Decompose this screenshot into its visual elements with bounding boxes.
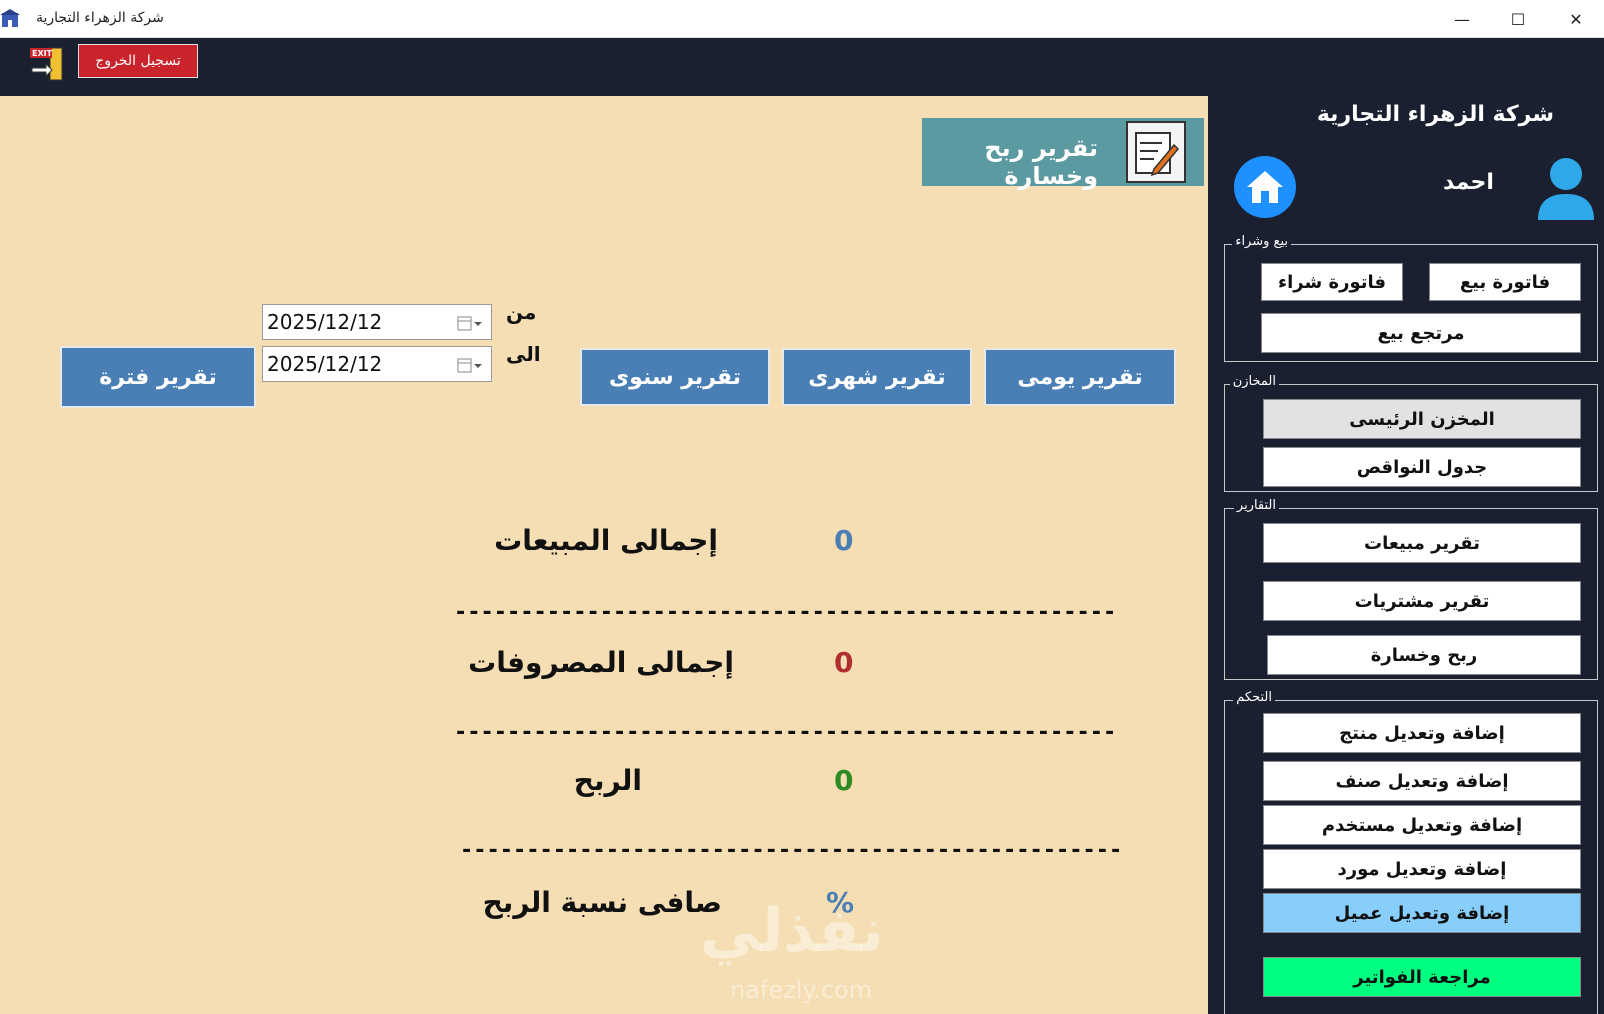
purchases-report-button[interactable]: تقرير مشتريات — [1263, 581, 1581, 621]
group-sales-title: بيع وشراء — [1232, 234, 1291, 249]
user-name: احمد — [1443, 170, 1494, 195]
watermark: نفذلي — [700, 896, 884, 966]
sale-return-button[interactable]: مرتجع بيع — [1261, 313, 1581, 353]
minimize-button[interactable]: — — [1434, 0, 1490, 38]
sale-invoice-button[interactable]: فاتورة بيع — [1429, 263, 1581, 301]
calendar-dropdown-icon[interactable] — [457, 356, 483, 374]
watermark-url: nafezly.com — [730, 976, 873, 1004]
add-edit-supplier-button[interactable]: إضافة وتعديل مورد — [1263, 849, 1581, 889]
maximize-button[interactable]: ☐ — [1490, 0, 1546, 38]
monthly-report-button[interactable]: تقرير شهرى — [782, 348, 972, 406]
group-control-title: التحكم — [1233, 690, 1275, 705]
add-edit-product-button[interactable]: إضافة وتعديل منتج — [1263, 713, 1581, 753]
net-margin-label: صافى نسبة الربح — [482, 886, 722, 919]
group-sales: بيع وشراء فاتورة بيع فاتورة شراء مرتجع ب… — [1224, 234, 1598, 362]
company-name: شركة الزهراء التجارية — [1316, 102, 1554, 127]
separator: ----------------------------------------… — [454, 600, 1114, 625]
daily-report-button[interactable]: تقرير يومى — [984, 348, 1176, 406]
group-stores-title: المخازن — [1229, 374, 1279, 389]
profit-label: الربح — [573, 764, 642, 797]
separator: ----------------------------------------… — [454, 720, 1114, 745]
home-icon[interactable] — [1234, 156, 1296, 218]
close-button[interactable]: ✕ — [1548, 0, 1604, 38]
edit-document-icon — [1126, 121, 1186, 183]
group-stores: المخازن المخزن الرئيسى جدول النواقص — [1224, 374, 1598, 492]
logout-button[interactable]: تسجيل الخروج — [78, 44, 198, 78]
period-report-button[interactable]: تقرير فترة — [60, 346, 256, 408]
total-expenses-value: 0 — [834, 646, 854, 679]
user-avatar-icon — [1538, 156, 1594, 220]
group-control: التحكم إضافة وتعديل منتج إضافة وتعديل صن… — [1224, 690, 1598, 1014]
calendar-dropdown-icon[interactable] — [457, 314, 483, 332]
add-edit-customer-button[interactable]: إضافة وتعديل عميل — [1263, 893, 1581, 933]
total-sales-value: 0 — [834, 524, 854, 557]
profit-loss-button[interactable]: ربح وخسارة — [1267, 635, 1581, 675]
exit-icon[interactable]: EXIT — [28, 44, 68, 84]
svg-text:EXIT: EXIT — [32, 49, 53, 58]
sidebar: شركة الزهراء التجارية احمد بيع وشراء فات… — [1208, 96, 1604, 1014]
sales-report-button[interactable]: تقرير مبيعات — [1263, 523, 1581, 563]
report-header: تقرير ربح وخسارة — [922, 118, 1204, 190]
date-to-picker[interactable]: 2025/12/12 — [262, 346, 492, 382]
shortages-table-button[interactable]: جدول النواقص — [1263, 447, 1581, 487]
date-from-value: 2025/12/12 — [267, 310, 383, 334]
add-edit-user-button[interactable]: إضافة وتعديل مستخدم — [1263, 805, 1581, 845]
group-reports-title: التقارير — [1233, 498, 1279, 513]
separator: ----------------------------------------… — [460, 838, 1120, 863]
app-logo-icon — [0, 9, 20, 29]
date-to-value: 2025/12/12 — [267, 352, 383, 376]
review-invoices-button[interactable]: مراجعة الفواتير — [1263, 957, 1581, 997]
main-store-button[interactable]: المخزن الرئيسى — [1263, 399, 1581, 439]
add-edit-category-button[interactable]: إضافة وتعديل صنف — [1263, 761, 1581, 801]
main-panel: تقرير ربح وخسارة تقرير يومى تقرير شهرى ت… — [0, 96, 1208, 1014]
total-expenses-label: إجمالى المصروفات — [468, 646, 734, 679]
date-from-picker[interactable]: 2025/12/12 — [262, 304, 492, 340]
profit-value: 0 — [834, 764, 854, 797]
yearly-report-button[interactable]: تقرير سنوى — [580, 348, 770, 406]
total-sales-label: إجمالى المبيعات — [494, 524, 718, 557]
window-title: شركة الزهراء التجارية — [36, 10, 164, 26]
top-bar: EXIT تسجيل الخروج — [0, 38, 1604, 96]
report-title: تقرير ربح وخسارة — [984, 134, 1098, 190]
date-to-label: الى — [506, 342, 541, 366]
purchase-invoice-button[interactable]: فاتورة شراء — [1261, 263, 1403, 301]
window-titlebar: شركة الزهراء التجارية — ☐ ✕ — [0, 0, 1604, 38]
group-reports: التقارير تقرير مبيعات تقرير مشتريات ربح … — [1224, 498, 1598, 680]
date-from-label: من — [506, 300, 537, 324]
